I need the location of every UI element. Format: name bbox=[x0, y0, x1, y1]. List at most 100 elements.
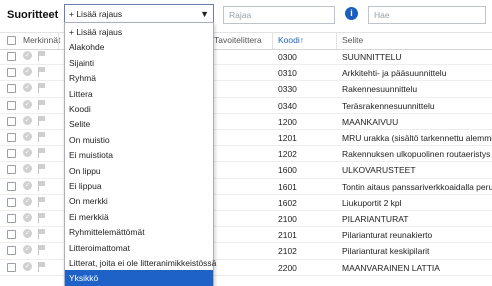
dropdown-option[interactable]: Yksikkö bbox=[65, 270, 213, 286]
dropdown-option[interactable]: Ei muistiota bbox=[65, 147, 213, 162]
row-koodi: 1601 bbox=[278, 181, 297, 192]
column-koodi[interactable]: Koodi↑ bbox=[278, 35, 304, 45]
row-checkbox[interactable] bbox=[7, 84, 16, 94]
check-circle-icon[interactable]: ✓ bbox=[23, 196, 32, 206]
dropdown-option[interactable]: On muistio bbox=[65, 132, 213, 147]
column-divider bbox=[272, 33, 273, 49]
row-selite: Pilarianturat reunakierto bbox=[342, 230, 433, 241]
flag-icon[interactable] bbox=[38, 83, 46, 94]
flag-icon[interactable] bbox=[38, 164, 46, 175]
column-tavoitelittera[interactable]: Tavoitelittera bbox=[214, 35, 262, 45]
column-merkinnat[interactable]: Merkinnät bbox=[23, 35, 60, 45]
row-koodi: 0310 bbox=[278, 68, 297, 79]
dropdown-option[interactable]: Alakohde bbox=[65, 39, 213, 54]
info-icon[interactable]: i bbox=[345, 7, 358, 20]
flag-icon[interactable] bbox=[38, 180, 46, 191]
filter-dropdown-menu: + Lisää rajaus Alakohde Sijainti Ryhmä Litte… bbox=[64, 22, 217, 286]
check-circle-icon[interactable]: ✓ bbox=[23, 132, 32, 141]
row-koodi: 0340 bbox=[278, 100, 297, 111]
flag-icon[interactable] bbox=[38, 213, 46, 223]
dropdown-option-label: Littera bbox=[69, 88, 93, 99]
row-koodi: 2101 bbox=[278, 230, 297, 241]
dropdown-option-label: Ei lippua bbox=[69, 181, 102, 191]
flag-icon[interactable] bbox=[38, 148, 46, 159]
row-checkbox[interactable] bbox=[7, 149, 16, 159]
row-koodi: 2200 bbox=[278, 262, 297, 273]
flag-icon[interactable] bbox=[38, 245, 46, 256]
flag-icon[interactable] bbox=[38, 99, 46, 110]
row-checkbox[interactable] bbox=[7, 133, 16, 142]
dropdown-option[interactable]: Ei lippua bbox=[65, 178, 213, 193]
search-field[interactable] bbox=[368, 6, 486, 24]
dropdown-option[interactable]: Ryhmittelemättömät bbox=[65, 224, 213, 239]
row-selite: SUUNNITTELU bbox=[342, 52, 402, 62]
row-selite: Arkkitehti- ja pääsuunnittelu bbox=[342, 68, 447, 79]
dropdown-option[interactable]: + Lisää rajaus bbox=[65, 24, 213, 39]
row-checkbox[interactable] bbox=[7, 246, 16, 256]
row-selite: MAANVARAINEN LATTIA bbox=[342, 262, 440, 273]
check-circle-icon[interactable]: ✓ bbox=[23, 229, 32, 239]
dropdown-option[interactable]: Littera bbox=[65, 86, 213, 101]
select-all-checkbox[interactable] bbox=[7, 36, 16, 45]
dropdown-option-label: On lippu bbox=[69, 165, 101, 176]
row-checkbox[interactable] bbox=[7, 230, 16, 240]
row-checkbox[interactable] bbox=[7, 262, 16, 272]
row-koodi: 2102 bbox=[278, 246, 297, 257]
flag-icon[interactable] bbox=[38, 67, 46, 78]
row-koodi: 0330 bbox=[278, 84, 297, 95]
row-checkbox[interactable] bbox=[7, 52, 16, 61]
check-circle-icon[interactable]: ✓ bbox=[23, 51, 32, 60]
dropdown-option[interactable]: Ei merkkiä bbox=[65, 209, 213, 224]
dropdown-option-label: On muistio bbox=[69, 134, 110, 145]
row-selite: Tontin aitaus panssariverkkoaidalla peru… bbox=[342, 181, 492, 192]
check-circle-icon[interactable]: ✓ bbox=[23, 164, 32, 174]
check-circle-icon[interactable]: ✓ bbox=[23, 148, 32, 158]
row-koodi: 1602 bbox=[278, 197, 297, 208]
dropdown-option[interactable]: On lippu bbox=[65, 163, 213, 178]
dropdown-option-label: + Lisää rajaus bbox=[69, 27, 123, 37]
check-circle-icon[interactable]: ✓ bbox=[23, 99, 32, 109]
row-checkbox[interactable] bbox=[7, 68, 16, 78]
dropdown-option-label: Sijainti bbox=[69, 57, 95, 68]
rajaa-input[interactable] bbox=[224, 7, 334, 23]
row-selite: Teräsrakennesuunnittelu bbox=[342, 100, 435, 111]
column-selite[interactable]: Selite bbox=[342, 35, 363, 45]
dropdown-option[interactable]: Sijainti bbox=[65, 55, 213, 70]
check-circle-icon[interactable]: ✓ bbox=[23, 115, 32, 125]
flag-icon[interactable] bbox=[38, 229, 46, 240]
flag-icon[interactable] bbox=[38, 51, 46, 61]
dropdown-option[interactable]: Litterat, joita ei ole litteranimikkeist… bbox=[65, 255, 217, 270]
add-filter-select[interactable]: + Lisää rajaus ▼ bbox=[64, 4, 214, 23]
row-checkbox[interactable] bbox=[7, 181, 16, 191]
row-checkbox[interactable] bbox=[7, 100, 16, 110]
row-checkbox[interactable] bbox=[7, 165, 16, 175]
check-circle-icon[interactable]: ✓ bbox=[23, 245, 32, 255]
rajaa-field[interactable] bbox=[223, 6, 335, 24]
row-koodi: 1200 bbox=[278, 116, 297, 127]
dropdown-option[interactable]: Selite bbox=[65, 116, 213, 131]
dropdown-option-label: Ryhmä bbox=[69, 73, 96, 84]
check-circle-icon[interactable]: ✓ bbox=[23, 213, 32, 222]
row-checkbox[interactable] bbox=[7, 214, 16, 223]
dropdown-option[interactable]: Litteroimattomat bbox=[65, 240, 213, 255]
check-circle-icon[interactable]: ✓ bbox=[23, 180, 32, 190]
row-checkbox[interactable] bbox=[7, 116, 16, 126]
dropdown-caret-icon: ▼ bbox=[200, 9, 209, 19]
flag-icon[interactable] bbox=[38, 132, 46, 142]
row-checkbox[interactable] bbox=[7, 197, 16, 207]
dropdown-option[interactable]: Ryhmä bbox=[65, 70, 213, 85]
dropdown-option-label: Litterat, joita ei ole litteranimikkeist… bbox=[69, 258, 217, 268]
column-koodi-label: Koodi bbox=[278, 35, 300, 45]
row-selite: Rakennesuunnittelu bbox=[342, 84, 418, 95]
dropdown-option[interactable]: On merkki bbox=[65, 193, 213, 208]
flag-icon[interactable] bbox=[38, 115, 46, 126]
search-input[interactable] bbox=[369, 7, 485, 23]
check-circle-icon[interactable]: ✓ bbox=[23, 83, 32, 93]
flag-icon[interactable] bbox=[38, 261, 46, 272]
check-circle-icon[interactable]: ✓ bbox=[23, 261, 32, 271]
dropdown-option[interactable]: Koodi bbox=[65, 101, 213, 116]
row-koodi: 1201 bbox=[278, 133, 297, 143]
check-circle-icon[interactable]: ✓ bbox=[23, 67, 32, 77]
row-selite: Liukuportit 2 kpl bbox=[342, 197, 402, 208]
flag-icon[interactable] bbox=[38, 196, 46, 207]
